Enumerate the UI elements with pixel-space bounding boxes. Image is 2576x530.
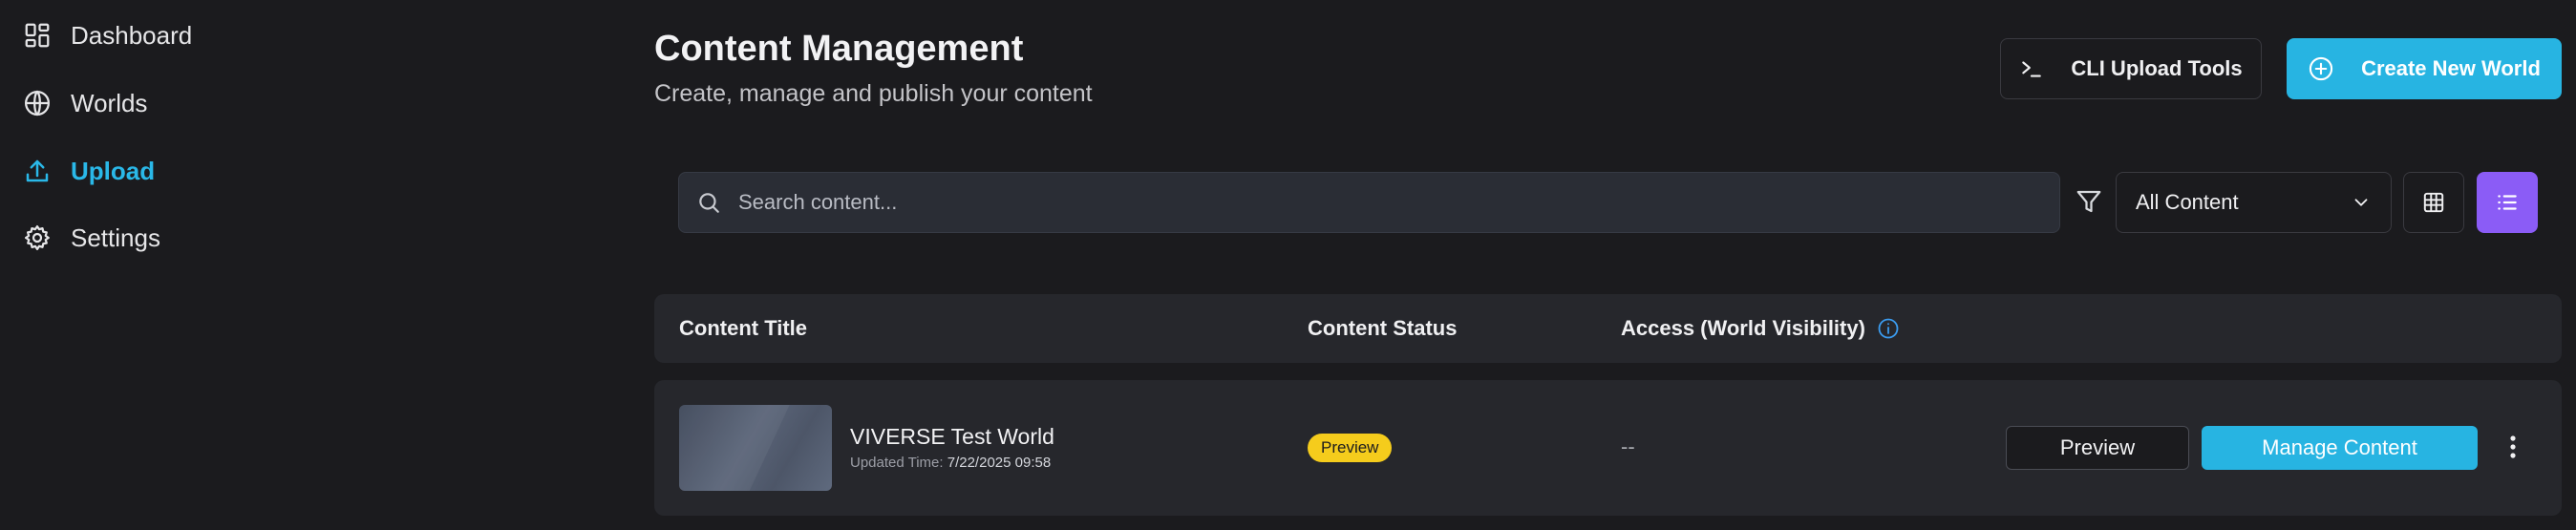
page-subtitle: Create, manage and publish your content [654, 80, 1093, 107]
column-access: Access (World Visibility) [1621, 294, 1900, 363]
preview-button-label: Preview [2059, 435, 2136, 459]
sidebar-item-label: Worlds [71, 88, 148, 117]
info-icon[interactable] [1877, 317, 1900, 340]
more-options-icon[interactable] [2494, 428, 2532, 466]
cli-upload-tools-button[interactable]: CLI Upload Tools [2000, 38, 2262, 99]
sidebar-item-worlds[interactable]: Worlds [21, 79, 556, 127]
filter-icon[interactable] [2075, 187, 2107, 220]
world-thumbnail [679, 405, 832, 491]
search-input[interactable] [738, 190, 1980, 215]
create-new-world-label: Create New World [2361, 56, 2541, 80]
sidebar-item-label: Dashboard [71, 20, 193, 50]
sidebar-item-label: Settings [71, 223, 160, 252]
manage-content-button[interactable]: Manage Content [2202, 426, 2478, 470]
column-label: Content Status [1308, 316, 1458, 340]
dashboard-icon [21, 19, 53, 52]
search-icon [696, 190, 721, 215]
table-row[interactable]: VIVERSE Test World Updated Time: 7/22/20… [654, 380, 2562, 516]
upload-icon [21, 155, 53, 187]
globe-icon [21, 87, 53, 119]
gear-icon [21, 222, 53, 254]
cli-upload-tools-label: CLI Upload Tools [2071, 56, 2243, 80]
table-header: Content Title Content Status Access (Wor… [654, 294, 2562, 363]
column-label: Content Title [679, 316, 808, 340]
column-label: Access (World Visibility) [1621, 316, 1865, 340]
list-view-button[interactable] [2477, 172, 2538, 233]
column-content-title: Content Title [679, 294, 807, 363]
content-filter-value: All Content [2136, 190, 2239, 214]
content-filter-select[interactable]: All Content [2116, 172, 2392, 233]
updated-time-label: Updated Time: [850, 455, 944, 471]
create-new-world-button[interactable]: Create New World [2287, 38, 2562, 99]
sidebar-item-label: Upload [71, 156, 156, 185]
column-content-status: Content Status [1308, 294, 1457, 363]
world-title: VIVERSE Test World [850, 424, 1054, 449]
search-bar[interactable] [678, 172, 2060, 233]
list-icon [2495, 190, 2520, 215]
terminal-icon [2019, 56, 2044, 81]
manage-content-label: Manage Content [2262, 435, 2417, 459]
status-badge: Preview [1308, 434, 1393, 462]
access-value: -- [1621, 435, 1635, 458]
grid-icon [2421, 190, 2446, 215]
updated-time: Updated Time: 7/22/2025 09:58 [850, 455, 1051, 471]
preview-button[interactable]: Preview [2006, 426, 2189, 470]
sidebar-item-dashboard[interactable]: Dashboard [21, 11, 556, 59]
sidebar: Dashboard Worlds Upload Settings [0, 0, 611, 530]
page-title: Content Management [654, 29, 1024, 69]
chevron-down-icon [2351, 192, 2372, 213]
plus-circle-icon [2308, 55, 2334, 82]
sidebar-item-settings[interactable]: Settings [21, 214, 556, 262]
grid-view-button[interactable] [2403, 172, 2464, 233]
sidebar-item-upload[interactable]: Upload [21, 147, 556, 195]
updated-time-value: 7/22/2025 09:58 [947, 455, 1052, 471]
